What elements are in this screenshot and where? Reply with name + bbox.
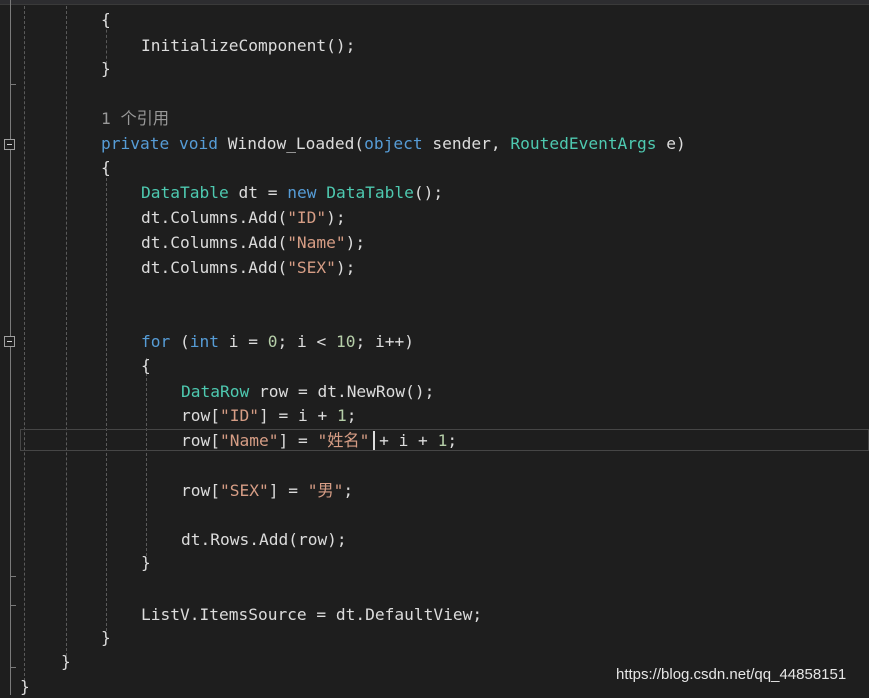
code-token: 1	[437, 431, 448, 450]
code-token: }	[61, 652, 71, 671]
code-token: }	[141, 553, 151, 572]
code-line[interactable]: }	[141, 552, 151, 574]
code-token: ();	[413, 183, 444, 202]
code-token: DataTable	[141, 183, 229, 202]
code-token: "Name"	[219, 431, 279, 450]
code-line[interactable]: ListV.ItemsSource = dt.DefaultView;	[141, 604, 482, 626]
code-token: dt =	[228, 183, 288, 202]
code-line[interactable]: {	[141, 355, 151, 377]
code-token: "ID"	[287, 208, 327, 227]
code-token: int	[189, 332, 219, 351]
code-line[interactable]: private void Window_Loaded(object sender…	[101, 133, 686, 155]
outline-tick	[10, 667, 16, 668]
code-token: }	[101, 628, 111, 647]
code-token: ] = i +	[258, 406, 337, 425]
code-token: RoutedEventArgs	[510, 134, 657, 153]
code-token: DataRow	[181, 382, 250, 401]
code-token: private	[101, 134, 170, 153]
code-token: ; i <	[277, 332, 336, 351]
code-token: i =	[219, 332, 268, 351]
code-token: dt.Columns.Add(	[141, 258, 288, 277]
code-line[interactable]: row["Name"] = "姓名" + i + 1;	[181, 430, 457, 452]
outline-margin	[10, 0, 11, 695]
code-token: DataTable	[326, 183, 414, 202]
code-token: new	[287, 183, 317, 202]
code-token: row[	[181, 406, 220, 425]
outline-tick	[10, 576, 16, 577]
watermark: https://blog.csdn.net/qq_44858151	[616, 666, 847, 683]
code-token: for	[141, 332, 171, 351]
code-token: row = dt.NewRow();	[249, 382, 435, 401]
reference-count-link[interactable]: 1 个引用	[101, 108, 169, 130]
code-line[interactable]: DataRow row = dt.NewRow();	[181, 381, 434, 403]
indent-guide	[146, 358, 147, 556]
code-token: ; i++)	[355, 332, 414, 351]
code-token: }	[20, 677, 30, 696]
indent-guide	[106, 163, 107, 631]
code-line[interactable]: row["ID"] = i + 1;	[181, 405, 356, 427]
code-token: Window_Loaded(	[217, 134, 365, 153]
code-token: row[	[181, 431, 220, 450]
code-token: "男"	[307, 481, 344, 500]
code-token: ] =	[268, 481, 308, 500]
code-line[interactable]: row["SEX"] = "男";	[181, 480, 353, 502]
code-token: );	[326, 208, 346, 227]
code-token: InitializeComponent();	[141, 36, 356, 55]
code-token: {	[101, 10, 111, 29]
code-token: );	[335, 258, 356, 277]
code-token: dt.Columns.Add(	[141, 208, 288, 227]
code-token: ] =	[278, 431, 318, 450]
code-token: {	[141, 356, 151, 375]
code-token: "姓名"	[317, 431, 370, 450]
code-line[interactable]: dt.Rows.Add(row);	[181, 529, 347, 551]
code-token: );	[345, 233, 366, 252]
code-line[interactable]: }	[101, 58, 111, 80]
code-token: "SEX"	[219, 481, 269, 500]
code-token: e)	[656, 134, 686, 153]
code-token: + i +	[369, 431, 438, 450]
code-line[interactable]: }	[61, 651, 71, 673]
indent-guide	[24, 6, 25, 686]
code-token: void	[178, 134, 218, 153]
code-token: "Name"	[287, 233, 346, 252]
code-token: sender,	[422, 134, 511, 153]
code-line[interactable]: }	[101, 627, 111, 649]
code-line[interactable]: dt.Columns.Add("ID");	[141, 207, 346, 229]
text-caret	[373, 431, 375, 450]
code-token: 1	[336, 406, 347, 425]
code-token: "SEX"	[287, 258, 336, 277]
code-token: object	[364, 134, 423, 153]
code-token: }	[101, 59, 111, 78]
collapse-for-loop-icon[interactable]	[4, 336, 15, 347]
code-token: ;	[447, 431, 458, 450]
code-line[interactable]: dt.Columns.Add("Name");	[141, 232, 365, 254]
editor-top-edge	[0, 0, 869, 5]
code-token: ;	[343, 481, 354, 500]
indent-guide	[66, 6, 67, 656]
code-line[interactable]: DataTable dt = new DataTable();	[141, 182, 443, 204]
code-line[interactable]: dt.Columns.Add("SEX");	[141, 257, 355, 279]
outline-tick	[10, 84, 16, 85]
code-token: 1 个引用	[101, 109, 170, 128]
code-token: 10	[335, 332, 356, 351]
code-token: ListV.ItemsSource = dt.DefaultView;	[141, 605, 483, 624]
code-editor[interactable]: { InitializeComponent(); } 1 个引用 private…	[0, 0, 869, 696]
code-token: row[	[181, 481, 220, 500]
outline-tick	[10, 605, 16, 606]
code-line[interactable]: {	[101, 9, 111, 31]
code-token: "ID"	[219, 406, 259, 425]
code-line[interactable]: InitializeComponent();	[141, 35, 355, 57]
code-token: dt.Columns.Add(	[141, 233, 288, 252]
code-token: dt.Rows.Add(row);	[181, 530, 347, 549]
code-token: (	[170, 332, 190, 351]
code-token: {	[101, 158, 111, 177]
code-token: ;	[346, 406, 357, 425]
code-line[interactable]: {	[101, 157, 111, 179]
collapse-method-icon[interactable]	[4, 139, 15, 150]
code-line[interactable]: for (int i = 0; i < 10; i++)	[141, 331, 414, 353]
